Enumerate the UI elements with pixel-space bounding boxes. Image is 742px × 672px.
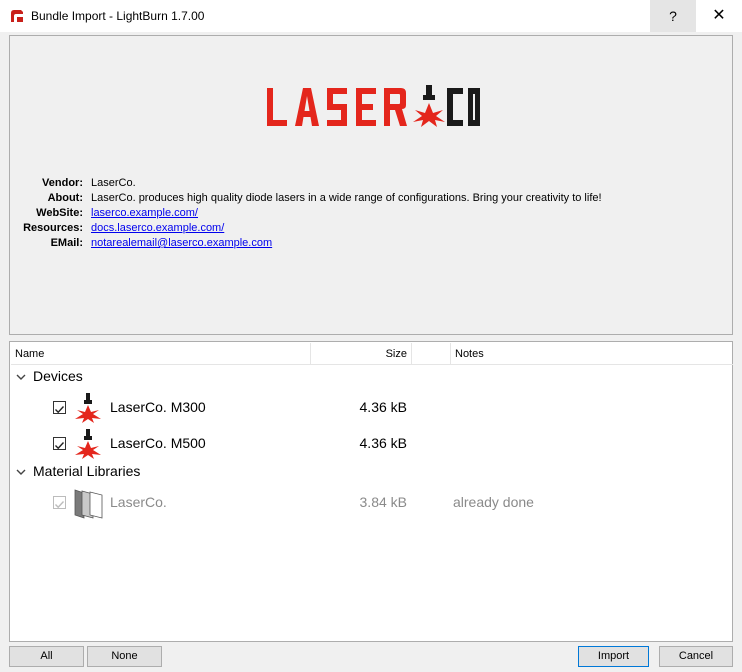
- item-label: LaserCo.: [110, 494, 167, 510]
- lightburn-app-icon: [11, 10, 23, 22]
- vendor-info-panel: Vendor: LaserCo. About: LaserCo. produce…: [9, 35, 733, 335]
- title-bar: Bundle Import - LightBurn 1.7.00 ? ✕: [0, 0, 742, 32]
- logo-co-letters: [447, 88, 480, 126]
- about-label: About:: [47, 192, 83, 204]
- bundle-contents-tree[interactable]: Name Size Notes Devices LaserCo. M300 4.…: [9, 341, 733, 642]
- tree-header: Name Size Notes: [11, 343, 733, 365]
- group-material-libraries[interactable]: Material Libraries: [10, 462, 732, 484]
- resources-link[interactable]: docs.laserco.example.com/: [91, 222, 224, 234]
- column-divider[interactable]: [411, 343, 412, 365]
- chevron-down-icon[interactable]: [15, 371, 27, 383]
- item-notes: already done: [453, 494, 534, 510]
- resources-label: Resources:: [23, 222, 83, 234]
- column-header-name[interactable]: Name: [15, 343, 44, 365]
- chevron-down-icon[interactable]: [15, 466, 27, 478]
- group-label-devices: Devices: [33, 368, 83, 384]
- vendor-label: Vendor:: [42, 177, 83, 189]
- import-button[interactable]: Import: [578, 646, 649, 667]
- group-label-material-libraries: Material Libraries: [33, 463, 141, 479]
- checkmark-icon: [55, 501, 65, 509]
- column-header-size[interactable]: Size: [311, 343, 407, 365]
- email-label: EMail:: [50, 237, 83, 249]
- checkbox-device-m500[interactable]: [53, 437, 66, 450]
- item-label: LaserCo. M500: [110, 435, 206, 451]
- item-size: 3.84 kB: [359, 494, 407, 510]
- about-value: LaserCo. produces high quality diode las…: [91, 192, 602, 204]
- column-header-notes[interactable]: Notes: [455, 343, 484, 365]
- select-none-button[interactable]: None: [87, 646, 162, 667]
- checkmark-icon: [55, 442, 65, 450]
- email-link[interactable]: notarealemail@laserco.example.com: [91, 237, 272, 249]
- item-size: 4.36 kB: [359, 435, 407, 451]
- window-title: Bundle Import - LightBurn 1.7.00: [31, 9, 205, 23]
- tree-item-material-library[interactable]: LaserCo. 3.84 kB already done: [10, 485, 732, 521]
- material-library-icon: [74, 489, 103, 519]
- tree-item-device-m300[interactable]: LaserCo. M300 4.36 kB: [10, 390, 732, 426]
- item-label: LaserCo. M300: [110, 399, 206, 415]
- close-button[interactable]: ✕: [696, 0, 742, 32]
- website-link[interactable]: laserco.example.com/: [91, 207, 198, 219]
- column-divider[interactable]: [450, 343, 451, 365]
- item-size: 4.36 kB: [359, 399, 407, 415]
- laser-head-icon: [75, 393, 101, 423]
- logo-laser-letters: [267, 88, 407, 126]
- help-button[interactable]: ?: [650, 0, 696, 32]
- logo-laser-head-icon: [413, 85, 445, 127]
- laser-head-icon: [75, 429, 101, 459]
- checkmark-icon: [55, 406, 65, 414]
- website-label: WebSite:: [36, 207, 83, 219]
- select-all-button[interactable]: All: [9, 646, 84, 667]
- cancel-button[interactable]: Cancel: [659, 646, 733, 667]
- checkbox-material-library: [53, 496, 66, 509]
- tree-item-device-m500[interactable]: LaserCo. M500 4.36 kB: [10, 426, 732, 462]
- group-devices[interactable]: Devices: [10, 367, 732, 389]
- laserco-logo: [267, 85, 480, 127]
- vendor-value: LaserCo.: [91, 177, 136, 189]
- checkbox-device-m300[interactable]: [53, 401, 66, 414]
